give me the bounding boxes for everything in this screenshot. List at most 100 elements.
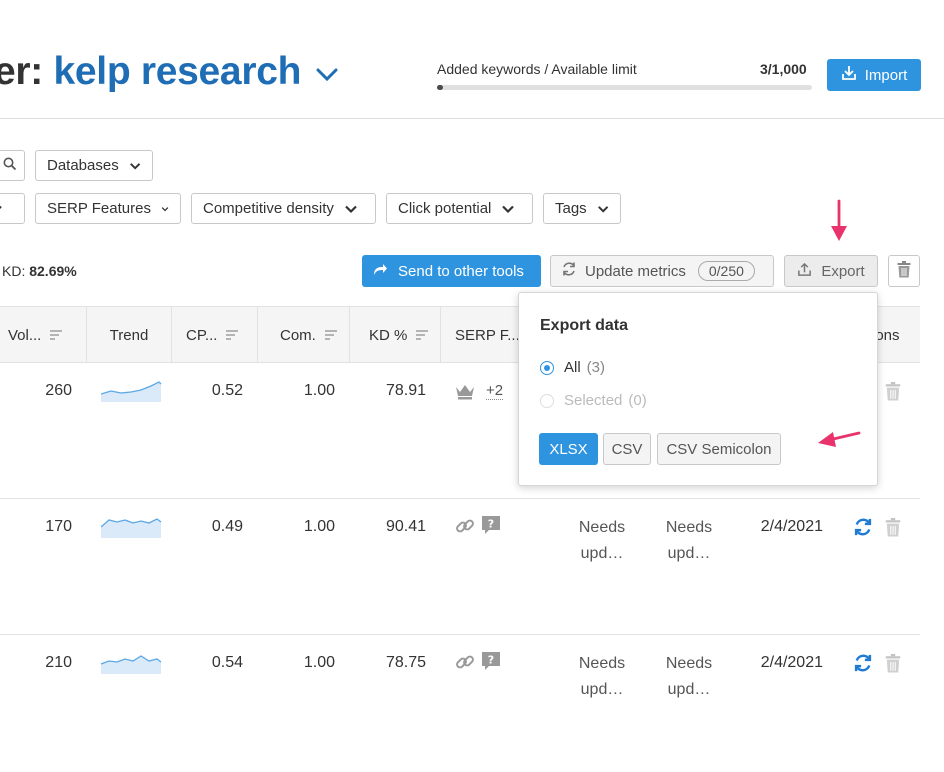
link-icon xyxy=(455,516,475,540)
column-cpc[interactable]: CP... xyxy=(172,307,258,363)
click-potential-label: Click potential xyxy=(398,200,492,217)
row-kd: 78.75 xyxy=(385,654,426,671)
import-label: Import xyxy=(864,66,908,84)
serp-extra-count[interactable]: +2 xyxy=(486,382,504,400)
kd-value: 82.69% xyxy=(29,263,77,279)
row-cpc: 0.49 xyxy=(211,518,243,535)
chevron-down-icon[interactable] xyxy=(316,48,338,92)
row-divider xyxy=(0,634,920,635)
trash-icon xyxy=(897,260,911,282)
row-cpc: 0.52 xyxy=(211,382,243,399)
column-cpc-label: CP... xyxy=(186,326,218,344)
format-csv-button[interactable]: CSV xyxy=(603,433,651,465)
kd-prefix: KD: xyxy=(2,263,26,279)
svg-text:?: ? xyxy=(488,654,494,667)
databases-filter[interactable]: Databases xyxy=(35,150,153,181)
format-csv-semicolon-button[interactable]: CSV Semicolon xyxy=(657,433,781,465)
refresh-icon[interactable] xyxy=(853,653,873,677)
option-all-count: (3) xyxy=(586,359,606,376)
delete-button[interactable] xyxy=(888,255,920,287)
trend-sparkline xyxy=(101,518,162,538)
row-com: 1.00 xyxy=(303,518,335,535)
trend-sparkline xyxy=(101,655,162,674)
sort-icon[interactable] xyxy=(225,329,239,341)
project-name[interactable]: kelp research xyxy=(54,50,302,93)
export-popup-title: Export data xyxy=(540,317,629,334)
update-counter: 0/250 xyxy=(697,261,755,281)
format-xlsx-button[interactable]: XLSX xyxy=(539,433,598,465)
column-serp-label: SERP F... xyxy=(455,326,520,344)
import-button[interactable]: Import xyxy=(827,59,921,91)
row-date: 2/4/2021 xyxy=(760,518,823,535)
row-cpc: 0.54 xyxy=(211,654,243,671)
databases-label: Databases xyxy=(47,157,119,174)
export-label: Export xyxy=(821,262,865,280)
sort-icon[interactable] xyxy=(415,329,429,341)
sort-icon[interactable] xyxy=(324,329,338,341)
send-to-other-tools-button[interactable]: Send to other tools xyxy=(362,255,541,287)
crown-icon xyxy=(455,383,475,404)
column-volume-label: Vol... xyxy=(8,326,42,344)
row-divider xyxy=(0,498,920,499)
link-icon xyxy=(455,652,475,676)
row-kd: 78.91 xyxy=(385,382,426,399)
annotation-arrow-down-icon xyxy=(831,199,847,241)
kd-summary: KD: 82.69% xyxy=(2,263,77,279)
trash-icon[interactable] xyxy=(885,382,901,405)
trend-sparkline xyxy=(101,381,162,402)
limit-label: Added keywords / Available limit xyxy=(437,61,637,77)
sort-icon[interactable] xyxy=(49,329,63,341)
export-data-popup: Export data All (3) Selected (0) XLSX CS… xyxy=(518,292,878,486)
row-volume: 260 xyxy=(45,382,72,399)
tags-filter[interactable]: Tags xyxy=(543,193,621,224)
column-kd[interactable]: KD % xyxy=(350,307,441,363)
row-volume: 210 xyxy=(45,654,72,671)
export-option-all[interactable]: All (3) xyxy=(540,359,605,376)
row-com: 1.00 xyxy=(303,654,335,671)
radio-unchecked-icon xyxy=(540,393,554,408)
import-icon xyxy=(841,65,857,85)
annotation-arrow-left-icon xyxy=(818,431,861,447)
row-status-2: Needs upd… xyxy=(665,519,713,562)
option-selected-label: Selected xyxy=(564,392,623,409)
filter-dropdown-partial[interactable] xyxy=(0,193,25,224)
limit-value: 3/1,000 xyxy=(760,61,807,77)
trash-icon[interactable] xyxy=(885,654,901,677)
row-status-1: Needs upd… xyxy=(578,655,626,698)
chevron-down-icon xyxy=(0,205,2,209)
question-icon: ? xyxy=(481,651,501,675)
row-volume: 170 xyxy=(45,518,72,535)
tags-label: Tags xyxy=(555,200,587,217)
row-status-1: Needs upd… xyxy=(578,519,626,562)
row-com: 1.00 xyxy=(303,382,335,399)
refresh-icon xyxy=(561,261,577,281)
update-label: Update metrics xyxy=(585,262,686,280)
refresh-icon[interactable] xyxy=(853,517,873,541)
export-option-selected: Selected (0) xyxy=(540,392,647,409)
row-date: 2/4/2021 xyxy=(760,654,823,671)
update-metrics-button[interactable]: Update metrics 0/250 xyxy=(550,255,774,287)
column-kd-label: KD % xyxy=(369,326,408,344)
column-volume[interactable]: Vol... xyxy=(0,307,87,363)
search-button[interactable] xyxy=(0,150,25,181)
column-trend: Trend xyxy=(87,307,172,363)
export-button[interactable]: Export xyxy=(784,255,878,287)
competitive-density-filter[interactable]: Competitive density xyxy=(191,193,376,224)
click-potential-filter[interactable]: Click potential xyxy=(386,193,533,224)
serp-features-label: SERP Features xyxy=(47,200,151,217)
send-label: Send to other tools xyxy=(398,262,524,280)
row-status-2: Needs upd… xyxy=(665,655,713,698)
option-selected-count: (0) xyxy=(628,392,647,409)
search-icon xyxy=(3,157,17,175)
radio-checked-icon[interactable] xyxy=(540,360,554,375)
option-all-label: All xyxy=(564,359,581,376)
chevron-down-icon xyxy=(129,162,140,170)
trash-icon[interactable] xyxy=(885,518,901,541)
serp-features-filter[interactable]: SERP Features xyxy=(35,193,181,224)
column-com[interactable]: Com. xyxy=(258,307,350,363)
question-icon: ? xyxy=(481,515,501,539)
chevron-down-icon xyxy=(345,205,357,213)
limit-progress-fill xyxy=(437,85,443,90)
svg-text:?: ? xyxy=(488,518,494,531)
share-arrow-icon xyxy=(372,262,388,280)
